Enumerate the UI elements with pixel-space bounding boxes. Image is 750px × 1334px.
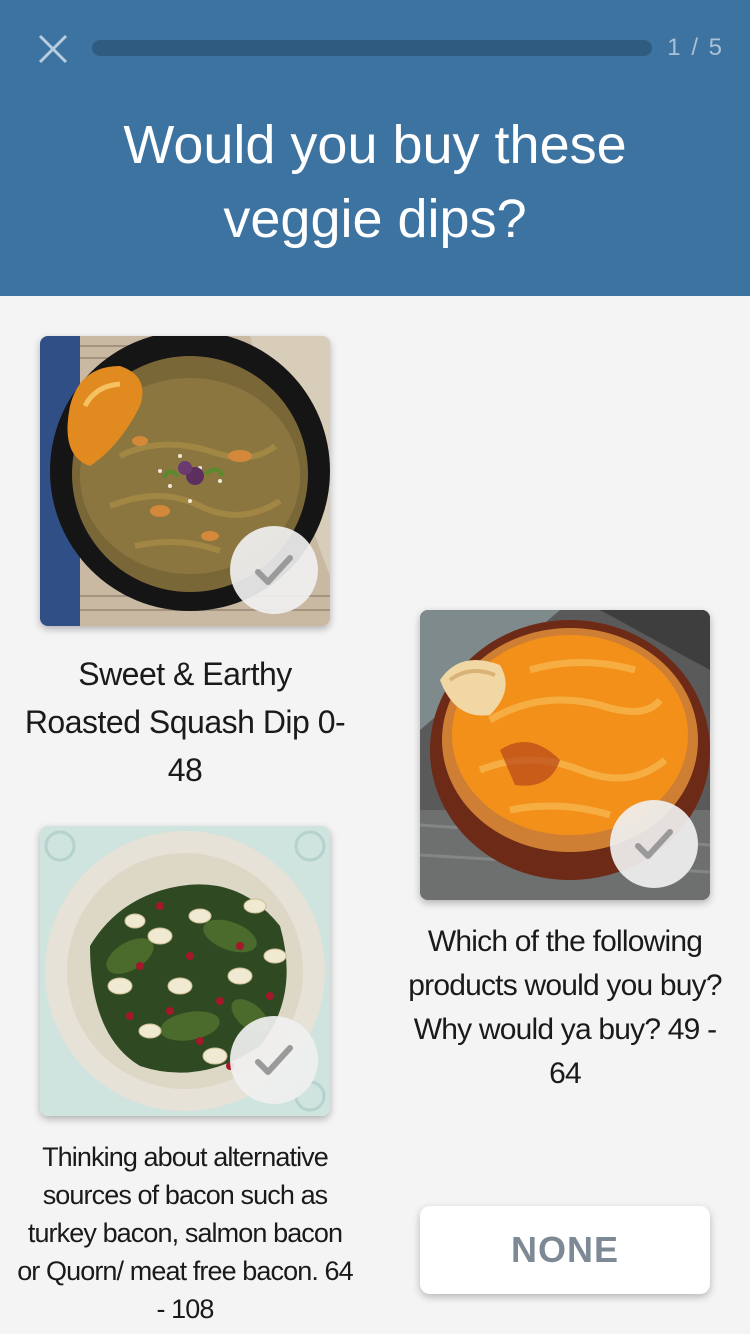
option-card-squash-dip[interactable] <box>40 336 330 626</box>
select-check[interactable] <box>230 526 318 614</box>
option-caption: Which of the following products would yo… <box>408 925 722 1090</box>
close-button[interactable] <box>30 28 74 72</box>
progress-bar <box>92 40 652 56</box>
question-title: Would you buy these veggie dips? <box>123 115 627 249</box>
option-caption: Sweet & Earthy Roasted Squash Dip 0-48 <box>24 656 346 788</box>
progress-count: 1 / 5 <box>667 34 724 61</box>
checkmark-icon <box>635 829 673 859</box>
select-check[interactable] <box>230 1016 318 1104</box>
select-check[interactable] <box>610 800 698 888</box>
option-caption: Thinking about alternative sources of ba… <box>17 1142 354 1324</box>
close-icon <box>38 34 68 64</box>
option-card-carrot-dip[interactable] <box>420 610 710 900</box>
checkmark-icon <box>255 1045 293 1075</box>
header: 1 / 5 Would you buy these veggie dips? <box>0 0 750 296</box>
checkmark-icon <box>255 555 293 585</box>
none-button[interactable]: NONE <box>420 1206 710 1294</box>
option-card-bean-salad[interactable] <box>40 826 330 1116</box>
